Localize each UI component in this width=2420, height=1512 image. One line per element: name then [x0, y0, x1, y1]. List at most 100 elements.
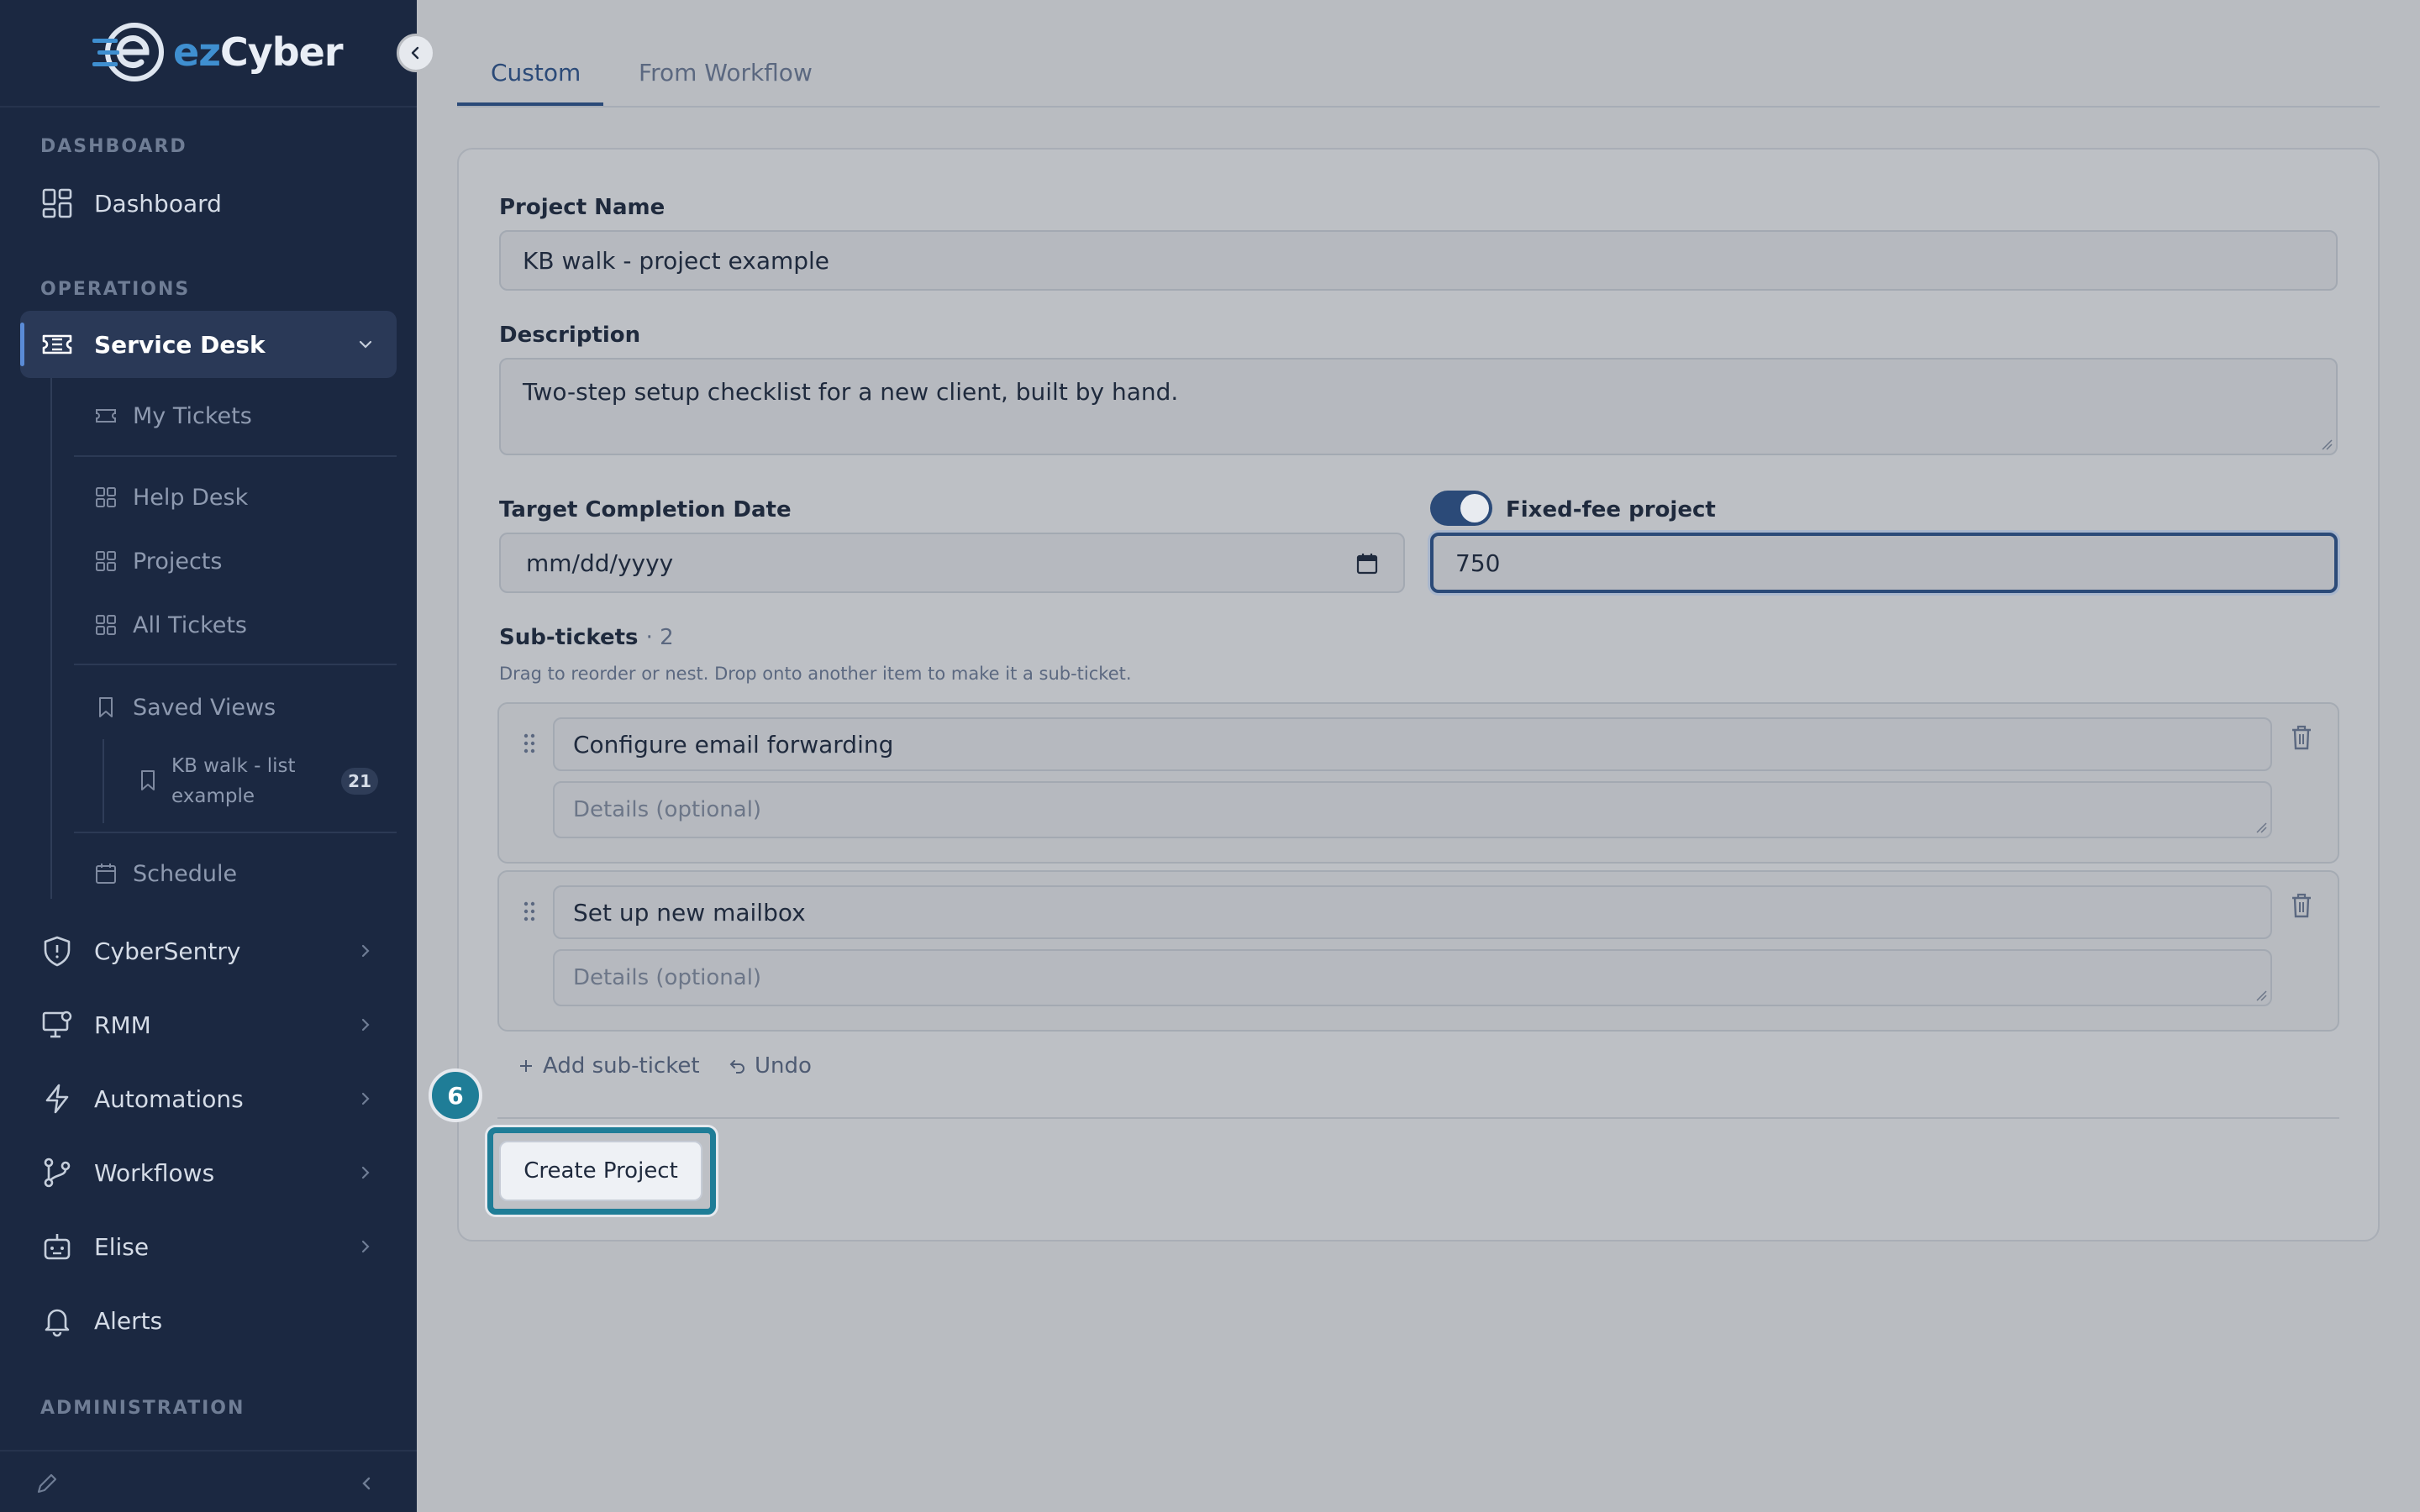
target-date-label: Target Completion Date [499, 497, 792, 522]
sidebar-item-rmm[interactable]: RMM [20, 991, 397, 1058]
chevron-right-icon [361, 944, 370, 958]
saved-view-label: KB walk - list example [171, 755, 296, 807]
pencil-icon[interactable] [34, 1470, 60, 1497]
fixed-fee-amount-value: 750 [1455, 549, 1501, 577]
chevron-down-icon [359, 340, 372, 349]
bookmark-icon [99, 697, 113, 717]
drag-handle-icon[interactable] [521, 900, 538, 922]
trash-icon[interactable] [2289, 892, 2314, 919]
ticket-icon [42, 334, 72, 354]
target-date-input[interactable]: mm/dd/yyyy [499, 533, 1405, 593]
sidebar-footer [0, 1450, 417, 1512]
sidebar-item-workflows[interactable]: Workflows [20, 1139, 397, 1206]
sidebar-subitem-all-tickets[interactable]: All Tickets [74, 596, 397, 654]
saved-view-item[interactable]: KB walk - list example 21 [126, 748, 387, 818]
sidebar-item-service-desk[interactable]: Service Desk [20, 311, 397, 378]
saved-views-rail [103, 739, 104, 823]
chevron-left-icon [411, 46, 419, 60]
add-subticket-label: Add sub-ticket [543, 1053, 700, 1079]
sidebar-subitem-saved-views[interactable]: Saved Views [74, 678, 397, 737]
description-textarea[interactable]: Two-step setup checklist for a new clien… [499, 358, 2338, 455]
fixed-fee-toggle[interactable] [1430, 491, 1492, 526]
calendar-icon [96, 864, 116, 884]
chevron-right-icon [361, 1240, 370, 1253]
subtickets-hint: Drag to reorder or nest. Drop onto anoth… [499, 664, 1132, 684]
sidebar-subitem-help-desk[interactable]: Help Desk [74, 468, 397, 527]
tab-from-workflow[interactable]: From Workflow [639, 59, 813, 87]
form-divider [497, 1117, 2339, 1119]
sidebar-subitem-schedule[interactable]: Schedule [74, 844, 397, 903]
sidebar-item-label: Dashboard [94, 189, 222, 218]
sidebar-subitem-label: Projects [133, 548, 223, 575]
sidebar-subitem-label: Saved Views [133, 694, 276, 721]
fixed-fee-label: Fixed-fee project [1506, 497, 1716, 522]
subticket-title-input[interactable]: Configure email forwarding [553, 717, 2272, 771]
chevron-right-icon [361, 1166, 370, 1179]
section-label-operations: OPERATIONS [40, 279, 191, 300]
sidebar-item-label: Elise [94, 1232, 150, 1261]
sidebar-subitem-label: My Tickets [133, 402, 252, 429]
project-name-value: KB walk - project example [523, 246, 830, 275]
description-label: Description [499, 323, 641, 348]
sidebar-subitem-my-tickets[interactable]: My Tickets [74, 386, 397, 445]
tab-custom[interactable]: Custom [491, 59, 581, 87]
calendar-icon[interactable] [1356, 553, 1378, 575]
resize-handle-icon[interactable] [2319, 437, 2333, 450]
sidebar-item-dashboard[interactable]: Dashboard [20, 170, 397, 237]
brand-name: ezCyber [173, 29, 344, 75]
sidebar-subitem-projects[interactable]: Projects [74, 532, 397, 591]
sidebar-item-elise[interactable]: Elise [20, 1213, 397, 1280]
dashboard-grid-icon [42, 188, 72, 218]
monitor-gear-icon [42, 1011, 72, 1038]
brand-logo[interactable]: ezCyber [91, 20, 344, 84]
shield-icon [44, 936, 71, 967]
undo-button[interactable]: Undo [729, 1053, 812, 1079]
resize-handle-icon[interactable] [2254, 820, 2267, 833]
sidebar-item-cybersentry[interactable]: CyberSentry [20, 917, 397, 984]
subticket-details-placeholder: Details (optional) [573, 797, 762, 822]
git-branch-icon [44, 1158, 71, 1188]
sidebar-subitem-label: All Tickets [133, 612, 248, 638]
submenu-divider [74, 832, 397, 833]
sidebar-item-alerts[interactable]: Alerts [20, 1287, 397, 1354]
grid-icon [96, 487, 116, 507]
ticket-icon [96, 409, 116, 423]
sidebar-subitem-label: Schedule [133, 860, 238, 887]
fixed-fee-amount-input[interactable]: 750 [1430, 533, 2338, 593]
saved-view-count-badge: 21 [341, 768, 378, 795]
sidebar-item-label: RMM [94, 1011, 151, 1039]
sidebar-item-automations[interactable]: Automations [20, 1065, 397, 1132]
project-name-label: Project Name [499, 195, 666, 220]
sidebar-item-label: CyberSentry [94, 937, 241, 965]
bookmark-icon [141, 770, 155, 790]
robot-icon [44, 1234, 71, 1260]
subtickets-count: · 2 [645, 625, 674, 650]
submenu-divider [74, 664, 397, 665]
grid-icon [96, 615, 116, 635]
bell-icon [45, 1309, 70, 1337]
sidebar-subitem-label: Help Desk [133, 484, 249, 511]
submenu-rail [50, 378, 52, 899]
subticket-title-value: Set up new mailbox [573, 898, 806, 927]
chevron-left-icon[interactable] [356, 1473, 376, 1494]
section-label-administration: ADMINISTRATION [40, 1398, 245, 1419]
create-project-button[interactable]: Create Project [499, 1141, 702, 1201]
subticket-title-value: Configure email forwarding [573, 730, 894, 759]
target-date-placeholder: mm/dd/yyyy [526, 549, 674, 577]
trash-icon[interactable] [2289, 724, 2314, 751]
active-tab-indicator [457, 102, 603, 106]
subticket-details-input[interactable]: Details (optional) [553, 781, 2272, 838]
subticket-details-input[interactable]: Details (optional) [553, 949, 2272, 1006]
lightning-icon [45, 1084, 69, 1114]
resize-handle-icon[interactable] [2254, 988, 2267, 1001]
sidebar-item-label: Workflows [94, 1158, 215, 1187]
sidebar: ezCyber DASHBOARD Dashboard OPERATIONS S… [0, 0, 435, 1512]
subticket-title-input[interactable]: Set up new mailbox [553, 885, 2272, 939]
add-subticket-button[interactable]: Add sub-ticket [518, 1053, 700, 1079]
sidebar-item-label: Alerts [94, 1306, 163, 1335]
plus-icon [520, 1060, 532, 1072]
sidebar-collapse-button[interactable] [397, 34, 435, 72]
project-name-input[interactable]: KB walk - project example [499, 230, 2338, 291]
subtickets-label: Sub-tickets · 2 [499, 625, 674, 650]
drag-handle-icon[interactable] [521, 732, 538, 754]
